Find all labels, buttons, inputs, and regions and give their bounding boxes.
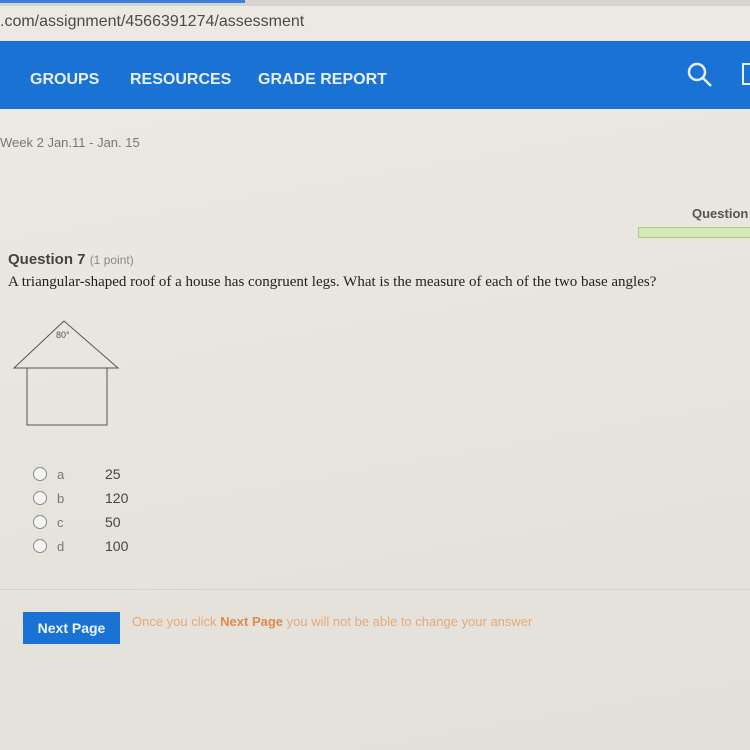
choice-d[interactable]: d 100 <box>33 534 128 558</box>
choice-value: 120 <box>105 490 129 506</box>
radio-button[interactable] <box>33 467 47 481</box>
choice-letter: c <box>57 514 64 530</box>
angle-label: 80° <box>56 330 70 340</box>
address-bar[interactable]: .com/assignment/4566391274/assessment <box>0 6 750 40</box>
choice-c[interactable]: c 50 <box>33 510 128 534</box>
choice-letter: b <box>57 490 65 506</box>
nav-resources[interactable]: RESOURCES <box>130 71 231 89</box>
nav-groups[interactable]: GROUPS <box>30 71 99 89</box>
top-nav: GROUPS RESOURCES GRADE REPORT <box>0 41 750 109</box>
assessment-content: Week 2 Jan.11 - Jan. 15 Question Questio… <box>0 109 750 750</box>
house-figure: 80° <box>12 320 120 426</box>
choice-value: 100 <box>105 538 129 554</box>
active-tab[interactable] <box>0 0 245 3</box>
divider <box>0 589 750 590</box>
question-points: (1 point) <box>89 253 134 267</box>
choice-value: 50 <box>105 514 121 530</box>
url-text: .com/assignment/4566391274/assessment <box>0 13 305 30</box>
choice-a[interactable]: a 25 <box>33 462 128 486</box>
choice-b[interactable]: b 120 <box>33 486 128 510</box>
menu-icon[interactable] <box>742 63 750 85</box>
next-page-warning: Once you click Next Page you will not be… <box>132 614 533 629</box>
question-number: Question 7 <box>8 251 86 268</box>
question-title: Question 7 (1 point) <box>8 251 134 268</box>
radio-button[interactable] <box>33 539 47 553</box>
radio-button[interactable] <box>33 515 47 529</box>
question-text: A triangular-shaped roof of a house has … <box>8 274 657 290</box>
question-progress-bar <box>638 227 750 238</box>
radio-button[interactable] <box>33 491 47 505</box>
answer-choices: a 25 b 120 c 50 d 100 <box>33 462 128 558</box>
choice-letter: d <box>57 538 65 554</box>
question-progress-label: Question <box>692 206 749 221</box>
breadcrumb: Week 2 Jan.11 - Jan. 15 <box>0 135 140 150</box>
choice-value: 25 <box>105 466 121 482</box>
next-page-button[interactable]: Next Page <box>23 612 120 644</box>
nav-grade-report[interactable]: GRADE REPORT <box>258 71 387 89</box>
search-icon[interactable] <box>686 61 714 89</box>
choice-letter: a <box>57 466 65 482</box>
